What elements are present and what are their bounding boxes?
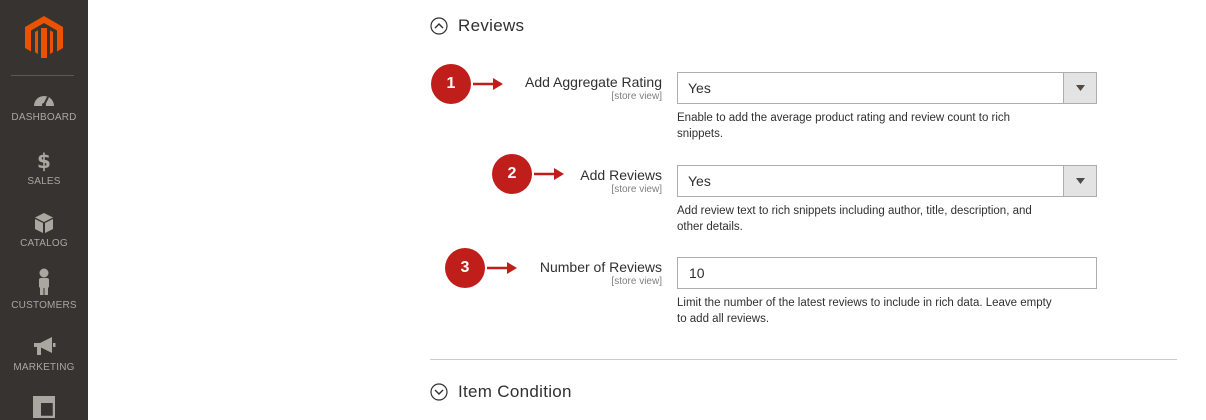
megaphone-icon [34,337,56,355]
section-title: Reviews [458,16,525,35]
scope-label: [store view] [611,276,662,287]
reviews-section-header[interactable]: Reviews [430,16,524,36]
svg-text:$: $ [37,150,51,172]
sidebar-item-dashboard[interactable]: DASHBOARD [0,90,88,123]
caret-down-icon [1076,178,1085,184]
section-title: Item Condition [458,382,572,401]
select-value: Yes [688,80,711,96]
note-line: other details. [677,221,743,233]
dashboard-gauge-icon [34,96,54,107]
note-line: Enable to add the average product rating… [677,112,1011,124]
number-of-reviews-note: Limit the number of the latest reviews t… [677,295,1097,327]
dollar-icon: $ [37,150,51,172]
sidebar-item-label: MARKETING [13,362,75,373]
scope-label: [store view] [611,184,662,195]
note-line: Add review text to rich snippets includi… [677,205,1032,217]
section-divider [430,359,1177,360]
sidebar-item-sales[interactable]: $ SALES [0,150,88,187]
scope-label: [store view] [611,91,662,102]
dropdown-button[interactable] [1063,166,1096,196]
note-line: to add all reviews. [677,313,770,325]
select-value: Yes [688,173,711,189]
add-reviews-select[interactable]: Yes [677,165,1097,197]
note-line: snippets. [677,128,724,140]
add-aggregate-rating-note: Enable to add the average product rating… [677,110,1097,142]
add-reviews-note: Add review text to rich snippets includi… [677,203,1097,235]
person-icon [39,268,49,295]
sidebar-item-marketing[interactable]: MARKETING [0,336,88,373]
sidebar-item-content[interactable] [0,396,88,418]
field-label-text: Number of Reviews [539,259,662,275]
chevron-down-circle-icon[interactable] [430,383,448,401]
box-icon [35,213,53,233]
sidebar-divider [11,75,74,76]
item-condition-section-header[interactable]: Item Condition [430,382,572,402]
chevron-up-circle-icon[interactable] [430,17,448,35]
admin-sidebar: DASHBOARD $ SALES CATALOG CUSTOMERS MARK [0,0,88,420]
number-of-reviews-label: Number of Reviews [store view] [362,259,662,287]
layout-icon [33,396,55,418]
sidebar-item-customers[interactable]: CUSTOMERS [0,268,88,311]
add-aggregate-rating-select[interactable]: Yes [677,72,1097,104]
dropdown-button[interactable] [1063,73,1096,103]
add-aggregate-rating-label: Add Aggregate Rating [store view] [362,74,662,102]
magento-logo-icon[interactable] [25,16,63,58]
field-label-text: Add Aggregate Rating [525,74,662,90]
add-reviews-label: Add Reviews [store view] [362,167,662,195]
note-line: Limit the number of the latest reviews t… [677,297,1052,309]
number-of-reviews-input[interactable] [677,257,1097,289]
sidebar-item-label: DASHBOARD [11,112,77,123]
caret-down-icon [1076,85,1085,91]
sidebar-item-label: CUSTOMERS [11,300,77,311]
field-label-text: Add Reviews [580,167,662,183]
sidebar-item-catalog[interactable]: CATALOG [0,212,88,249]
sidebar-item-label: SALES [27,176,61,187]
sidebar-item-label: CATALOG [20,238,68,249]
